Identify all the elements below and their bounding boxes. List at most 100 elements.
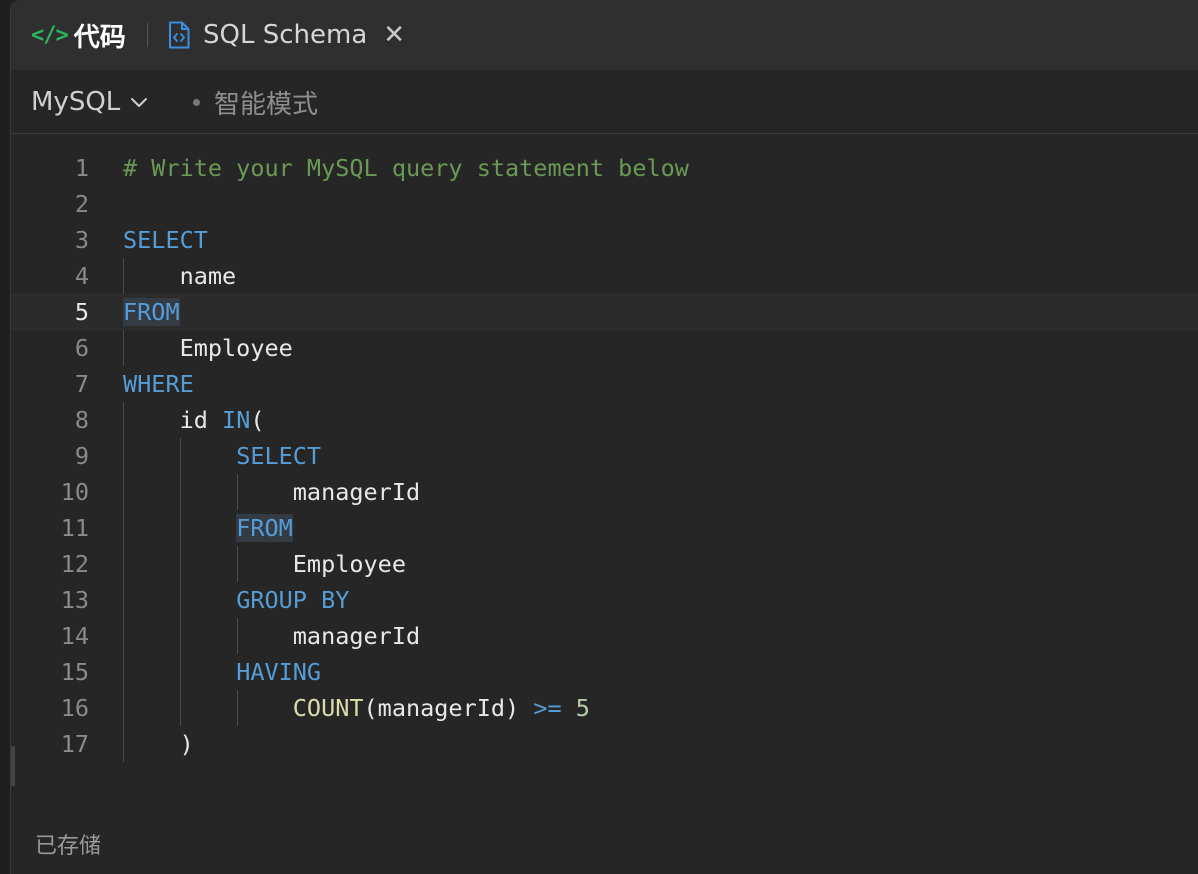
code-token: # Write your MySQL query statement below	[123, 154, 689, 182]
code-line[interactable]: 1 # Write your MySQL query statement belo…	[11, 150, 1198, 186]
indent-guide	[237, 546, 238, 582]
line-number: 3	[74, 226, 89, 254]
line-number: 9	[74, 442, 89, 470]
line-number: 15	[60, 658, 89, 686]
indent-guide	[123, 330, 124, 366]
file-code-icon	[169, 21, 190, 49]
code-token: SELECT	[236, 442, 322, 470]
line-number: 7	[74, 370, 89, 398]
indent-guide	[237, 690, 238, 726]
scrollbar[interactable]	[11, 746, 15, 786]
code-line[interactable]: 3 SELECT	[11, 222, 1198, 258]
code-editor-panel: </> 代码 SQL Schema ✕ MySQL 智能模式 1 7) 16 C…	[10, 0, 1198, 874]
code-line[interactable]: 5 FROM	[11, 294, 1198, 330]
code-line[interactable]: 11 FROM	[11, 510, 1198, 546]
code-line[interactable]: 8 id IN(	[11, 402, 1198, 438]
indent-guide	[123, 402, 124, 762]
code-line[interactable]: 15 HAVING	[11, 654, 1198, 690]
code-line[interactable]: 17 )	[11, 726, 1198, 762]
tab-divider	[147, 23, 148, 47]
code-line-text: id IN(	[123, 402, 265, 438]
tab-bar: </> 代码 SQL Schema ✕	[11, 0, 1198, 70]
code-line-text: FROM	[123, 295, 180, 329]
code-icon: </>	[31, 22, 69, 48]
line-number: 10	[60, 478, 89, 506]
line-number: 8	[74, 406, 89, 434]
line-number: 5	[74, 298, 89, 326]
code-token: FROM	[123, 298, 180, 326]
tab-code[interactable]: </> 代码	[31, 17, 126, 53]
code-token: managerId	[292, 622, 421, 650]
code-token: COUNT	[292, 694, 364, 722]
indent-guide	[180, 438, 181, 726]
indent-guide	[237, 618, 238, 654]
code-token: Employee	[292, 550, 406, 578]
code-line-text: managerId	[123, 474, 420, 510]
code-line[interactable]: 10 managerId	[11, 474, 1198, 510]
line-number: 4	[74, 262, 89, 290]
line-number: 14	[60, 622, 89, 650]
code-token: Employee	[179, 334, 293, 362]
code-line-text: HAVING	[123, 654, 321, 690]
code-area[interactable]: 17 ) 16 COUNT(managerId) >= 5 15 HAVING 14 …	[11, 150, 1198, 780]
language-select-label: MySQL	[31, 87, 121, 117]
code-line[interactable]: 16 COUNT(managerId) >= 5	[11, 690, 1198, 726]
code-token: (managerId)	[363, 694, 534, 722]
code-line-text: Employee	[123, 546, 406, 582]
code-line-text: name	[123, 258, 237, 294]
line-number: 12	[60, 550, 89, 578]
code-line-text: # Write your MySQL query statement below	[123, 150, 689, 186]
indent-guide	[237, 474, 238, 510]
code-line-text: GROUP BY	[123, 582, 349, 618]
code-line[interactable]: 9 SELECT	[11, 438, 1198, 474]
code-line[interactable]: 2	[11, 186, 1198, 222]
code-line-text: managerId	[123, 618, 420, 654]
code-line-text: Employee	[123, 330, 293, 366]
code-token: (	[250, 406, 265, 434]
code-token: name	[179, 262, 237, 290]
code-line[interactable]: 6 Employee	[11, 330, 1198, 366]
code-line-text: COUNT(managerId) >= 5	[123, 690, 590, 726]
smart-mode-label: 智能模式	[214, 89, 319, 120]
line-number: 16	[60, 694, 89, 722]
code-line[interactable]: 12 Employee	[11, 546, 1198, 582]
code-token: id	[179, 406, 223, 434]
close-icon[interactable]: ✕	[383, 22, 405, 48]
chevron-down-icon	[131, 98, 148, 107]
code-token: IN	[222, 406, 251, 434]
code-token: 5	[575, 694, 590, 722]
save-status: 已存储	[35, 834, 102, 859]
line-number: 13	[60, 586, 89, 614]
code-line[interactable]: 14 managerId	[11, 618, 1198, 654]
tab-sql-schema-label: SQL Schema	[203, 20, 368, 50]
code-token: WHERE	[123, 370, 194, 398]
code-line-text: SELECT	[123, 222, 208, 258]
line-number: 2	[74, 190, 89, 218]
code-token: HAVING	[236, 658, 322, 686]
code-token: managerId	[292, 478, 421, 506]
line-number: 11	[60, 514, 89, 542]
smart-mode-toggle[interactable]: 智能模式	[193, 84, 318, 120]
code-token: FROM	[236, 514, 293, 542]
code-token: SELECT	[123, 226, 208, 254]
indent-guide	[123, 258, 124, 294]
code-line[interactable]: 7 WHERE	[11, 366, 1198, 402]
language-select[interactable]: MySQL	[31, 84, 148, 120]
line-number: 6	[74, 334, 89, 362]
line-number: 1	[74, 154, 89, 182]
tab-sql-schema[interactable]: SQL Schema ✕	[167, 17, 405, 53]
code-token: >=	[533, 694, 562, 722]
code-line[interactable]: 13 GROUP BY	[11, 582, 1198, 618]
code-line[interactable]: 4 name	[11, 258, 1198, 294]
code-line-text: SELECT	[123, 438, 321, 474]
code-token: GROUP BY	[236, 586, 350, 614]
code-line-text: WHERE	[123, 366, 194, 402]
